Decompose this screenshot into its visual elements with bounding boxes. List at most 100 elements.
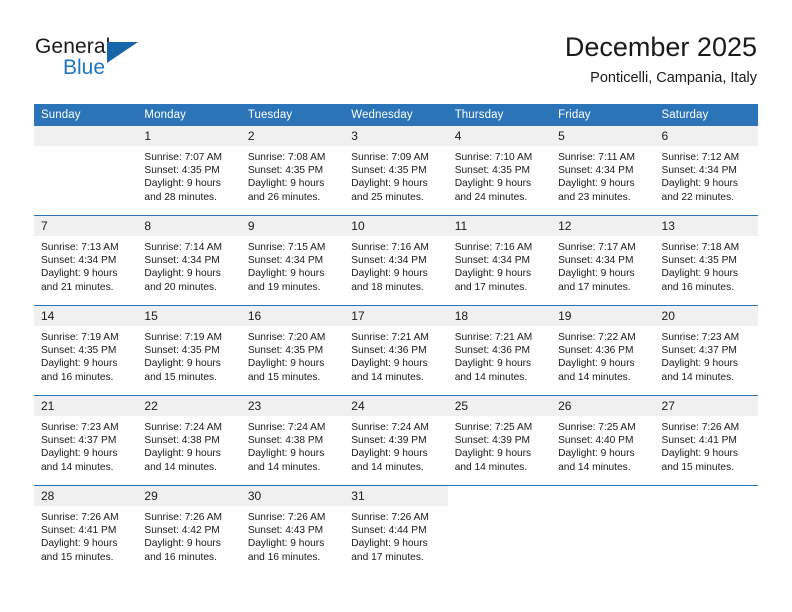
daylight-duration-line1: Daylight: 9 hours [247, 538, 325, 550]
calendar-day-cell[interactable]: 15 Sunrise: 7:19 AM Sunset: 4:35 PM Dayligh… [137, 305, 241, 396]
day-sun-info: Sunrise: 7:21 AM Sunset: 4:36 PM Daylight:… [448, 326, 551, 384]
calendar-cell-inner: 29 Sunrise: 7:26 AM Sunset: 4:42 PM Dayligh… [137, 486, 241, 575]
calendar-day-cell[interactable]: 30 Sunrise: 7:26 AM Sunset: 4:43 PM Dayligh… [240, 485, 345, 575]
day-sun-info: Sunrise: 7:25 AM Sunset: 4:40 PM Daylight:… [551, 416, 654, 474]
daylight-duration-line2: and 17 minutes. [351, 551, 424, 563]
day-sun-info: Sunrise: 7:21 AM Sunset: 4:36 PM Daylight:… [344, 326, 447, 384]
calendar-day-cell[interactable]: 18 Sunrise: 7:21 AM Sunset: 4:36 PM Dayligh… [447, 305, 552, 396]
calendar-day-cell[interactable]: 4 Sunrise: 7:10 AM Sunset: 4:35 PM Daylight… [447, 126, 552, 216]
day-number: 15 [137, 306, 241, 326]
sunset-time: Sunset: 4:35 PM [41, 345, 117, 357]
calendar-day-cell[interactable]: 20 Sunrise: 7:23 AM Sunset: 4:37 PM Dayligh… [654, 305, 758, 396]
daylight-duration-line1: Daylight: 9 hours [144, 538, 221, 550]
calendar-day-cell[interactable]: 25 Sunrise: 7:25 AM Sunset: 4:39 PM Dayligh… [447, 395, 552, 486]
calendar-day-cell[interactable]: 11 Sunrise: 7:16 AM Sunset: 4:34 PM Dayligh… [447, 215, 552, 306]
day-sun-info: Sunrise: 7:17 AM Sunset: 4:34 PM Daylight:… [551, 236, 654, 294]
calendar-day-cell[interactable]: 7 Sunrise: 7:13 AM Sunset: 4:34 PM Daylight… [34, 215, 138, 306]
calendar-day-cell[interactable]: 6 Sunrise: 7:12 AM Sunset: 4:34 PM Daylight… [654, 126, 758, 216]
sunset-time: Sunset: 4:34 PM [558, 255, 634, 267]
day-number: 8 [137, 216, 241, 236]
sunset-time: Sunset: 4:36 PM [351, 345, 427, 357]
daylight-duration-line1: Daylight: 9 hours [41, 448, 118, 460]
calendar-day-cell[interactable]: 26 Sunrise: 7:25 AM Sunset: 4:40 PM Dayligh… [551, 395, 655, 486]
day-sun-info: Sunrise: 7:23 AM Sunset: 4:37 PM Daylight:… [34, 416, 137, 474]
brand-logo[interactable]: General Blue [35, 34, 155, 90]
calendar-cell-inner: 23 Sunrise: 7:24 AM Sunset: 4:38 PM Dayligh… [240, 396, 345, 485]
day-number: 14 [34, 306, 138, 326]
calendar-day-cell[interactable]: 14 Sunrise: 7:19 AM Sunset: 4:35 PM Dayligh… [34, 305, 138, 396]
calendar-day-cell[interactable]: 13 Sunrise: 7:18 AM Sunset: 4:35 PM Dayligh… [654, 215, 758, 306]
calendar-day-cell[interactable]: 1 Sunrise: 7:07 AM Sunset: 4:35 PM Daylight… [137, 126, 241, 216]
calendar-day-cell[interactable]: 27 Sunrise: 7:26 AM Sunset: 4:41 PM Dayligh… [654, 395, 758, 486]
calendar-day-cell[interactable]: 5 Sunrise: 7:11 AM Sunset: 4:34 PM Daylight… [551, 126, 655, 216]
calendar-cell-empty [654, 485, 758, 575]
sunrise-time: Sunrise: 7:14 AM [144, 242, 223, 253]
page-title: December 2025 [564, 32, 757, 62]
daylight-duration-line2: and 14 minutes. [351, 371, 424, 383]
daylight-duration-line2: and 14 minutes. [558, 371, 631, 383]
daylight-duration-line1: Daylight: 9 hours [661, 448, 738, 460]
calendar-day-cell[interactable]: 9 Sunrise: 7:15 AM Sunset: 4:34 PM Daylight… [240, 215, 345, 306]
sunrise-time: Sunrise: 7:15 AM [247, 242, 326, 253]
calendar-cell-inner: 4 Sunrise: 7:10 AM Sunset: 4:35 PM Daylight… [447, 126, 552, 215]
day-number: 26 [551, 396, 655, 416]
daylight-duration-line2: and 14 minutes. [247, 461, 321, 473]
sunset-time: Sunset: 4:35 PM [144, 345, 220, 357]
calendar-cell-inner: 2 Sunrise: 7:08 AM Sunset: 4:35 PM Daylight… [240, 126, 345, 215]
sunrise-time: Sunrise: 7:25 AM [558, 422, 636, 433]
daylight-duration-line2: and 14 minutes. [351, 461, 424, 473]
sunrise-time: Sunrise: 7:09 AM [351, 152, 429, 163]
calendar-day-cell[interactable]: 22 Sunrise: 7:24 AM Sunset: 4:38 PM Dayligh… [137, 395, 241, 486]
sunrise-time: Sunrise: 7:16 AM [454, 242, 533, 253]
calendar-day-cell[interactable]: 21 Sunrise: 7:23 AM Sunset: 4:37 PM Dayligh… [34, 395, 138, 486]
calendar-day-cell[interactable]: 3 Sunrise: 7:09 AM Sunset: 4:35 PM Daylight… [344, 126, 448, 216]
day-sun-info: Sunrise: 7:16 AM Sunset: 4:34 PM Daylight:… [448, 236, 551, 294]
sunrise-time: Sunrise: 7:11 AM [558, 152, 635, 163]
day-sun-info: Sunrise: 7:13 AM Sunset: 4:34 PM Daylight:… [34, 236, 137, 294]
daylight-duration-line2: and 17 minutes. [454, 281, 528, 293]
daylight-duration-line2: and 16 minutes. [247, 551, 321, 563]
sunset-time: Sunset: 4:35 PM [351, 165, 427, 177]
calendar-day-cell[interactable]: 17 Sunrise: 7:21 AM Sunset: 4:36 PM Dayligh… [344, 305, 448, 396]
daylight-duration-line2: and 14 minutes. [144, 461, 217, 473]
day-number: 3 [344, 126, 448, 146]
day-number: 24 [344, 396, 448, 416]
sunset-time: Sunset: 4:39 PM [454, 435, 531, 447]
daylight-duration-line2: and 16 minutes. [41, 371, 114, 383]
calendar-cell-inner: 3 Sunrise: 7:09 AM Sunset: 4:35 PM Daylight… [344, 126, 448, 215]
calendar-day-cell[interactable]: 10 Sunrise: 7:16 AM Sunset: 4:34 PM Dayligh… [344, 215, 448, 306]
calendar-day-cell[interactable]: 31 Sunrise: 7:26 AM Sunset: 4:44 PM Dayligh… [344, 485, 448, 575]
calendar-day-cell[interactable]: 16 Sunrise: 7:20 AM Sunset: 4:35 PM Dayligh… [240, 305, 345, 396]
sunset-time: Sunset: 4:35 PM [454, 165, 531, 177]
daylight-duration-line1: Daylight: 9 hours [558, 268, 635, 280]
calendar-day-cell[interactable]: 12 Sunrise: 7:17 AM Sunset: 4:34 PM Dayligh… [551, 215, 655, 306]
weekday-header-row: Sunday Monday Tuesday Wednesday Thursday… [34, 104, 758, 126]
daylight-duration-line1: Daylight: 9 hours [351, 448, 428, 460]
day-sun-info: Sunrise: 7:16 AM Sunset: 4:34 PM Daylight:… [344, 236, 447, 294]
calendar-day-cell[interactable]: 19 Sunrise: 7:22 AM Sunset: 4:36 PM Dayligh… [551, 305, 655, 396]
day-sun-info: Sunrise: 7:14 AM Sunset: 4:34 PM Daylight:… [137, 236, 240, 294]
daylight-duration-line1: Daylight: 9 hours [454, 358, 532, 370]
calendar-day-cell[interactable]: 23 Sunrise: 7:24 AM Sunset: 4:38 PM Dayligh… [240, 395, 345, 486]
sunset-time: Sunset: 4:34 PM [454, 255, 531, 267]
day-sun-info: Sunrise: 7:26 AM Sunset: 4:44 PM Daylight:… [344, 506, 447, 564]
calendar-week-row: 28 Sunrise: 7:26 AM Sunset: 4:41 PM Dayligh… [34, 485, 758, 575]
calendar-day-cell[interactable]: 28 Sunrise: 7:26 AM Sunset: 4:41 PM Dayligh… [34, 485, 138, 575]
daylight-duration-line2: and 15 minutes. [144, 371, 217, 383]
day-sun-info: Sunrise: 7:20 AM Sunset: 4:35 PM Daylight:… [241, 326, 344, 384]
calendar-day-cell[interactable]: 29 Sunrise: 7:26 AM Sunset: 4:42 PM Dayligh… [137, 485, 241, 575]
day-sun-info: Sunrise: 7:19 AM Sunset: 4:35 PM Daylight:… [34, 326, 137, 384]
day-number: 13 [654, 216, 758, 236]
daylight-duration-line2: and 15 minutes. [41, 551, 114, 563]
calendar-day-cell[interactable]: 2 Sunrise: 7:08 AM Sunset: 4:35 PM Daylight… [240, 126, 345, 216]
calendar-cell-empty [34, 126, 138, 216]
day-sun-info: Sunrise: 7:26 AM Sunset: 4:41 PM Daylight:… [655, 416, 758, 474]
calendar-day-cell[interactable]: 24 Sunrise: 7:24 AM Sunset: 4:39 PM Dayligh… [344, 395, 448, 486]
day-number: 7 [34, 216, 138, 236]
calendar-day-cell[interactable]: 8 Sunrise: 7:14 AM Sunset: 4:34 PM Daylight… [137, 215, 241, 306]
daylight-duration-line1: Daylight: 9 hours [351, 268, 428, 280]
daylight-duration-line1: Daylight: 9 hours [454, 448, 532, 460]
sunrise-time: Sunrise: 7:21 AM [351, 332, 429, 343]
day-sun-info: Sunrise: 7:26 AM Sunset: 4:41 PM Daylight:… [34, 506, 137, 564]
sunrise-time: Sunrise: 7:19 AM [144, 332, 223, 343]
